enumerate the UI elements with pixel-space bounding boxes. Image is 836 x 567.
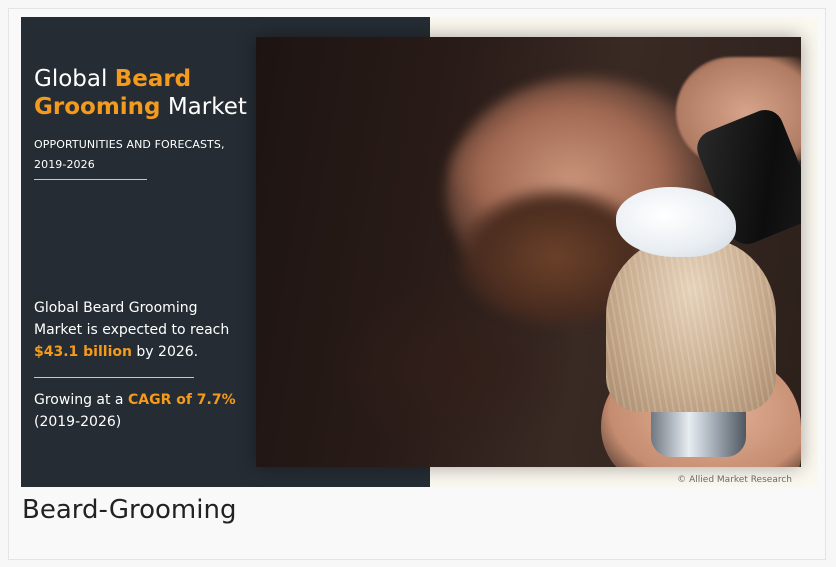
- divider-top: [34, 179, 147, 180]
- brush-bristles-shape: [606, 237, 776, 412]
- stat1-line-2: Market is expected to reach: [34, 322, 230, 338]
- stat1-suffix: by 2026.: [131, 344, 199, 360]
- beard-grooming-infographic: Global Beard Grooming Market OPPORTUNITI…: [21, 17, 818, 487]
- subtitle-line-1: OPPORTUNITIES AND FORECASTS,: [34, 138, 225, 151]
- copyright-credit: © Allied Market Research: [677, 475, 792, 485]
- title-part-2: Market: [160, 94, 247, 120]
- subtitle-line-2: 2019-2026: [34, 158, 95, 171]
- market-size-amount: $43.1 billion: [34, 344, 132, 360]
- cagr-value: CAGR of 7.7%: [127, 392, 236, 408]
- stat1-line-1: Global Beard Grooming: [34, 300, 198, 316]
- stat2-period: (2019-2026): [34, 414, 122, 430]
- stat2-prefix: Growing at a: [34, 392, 128, 408]
- title-highlight-beard: Beard: [114, 66, 192, 92]
- image-caption: Beard-Grooming: [22, 495, 237, 525]
- title-part-1: Global: [34, 66, 115, 92]
- title-highlight-grooming: Grooming: [34, 94, 161, 120]
- beard-brush-photo: [256, 37, 801, 467]
- divider-middle: [34, 377, 194, 378]
